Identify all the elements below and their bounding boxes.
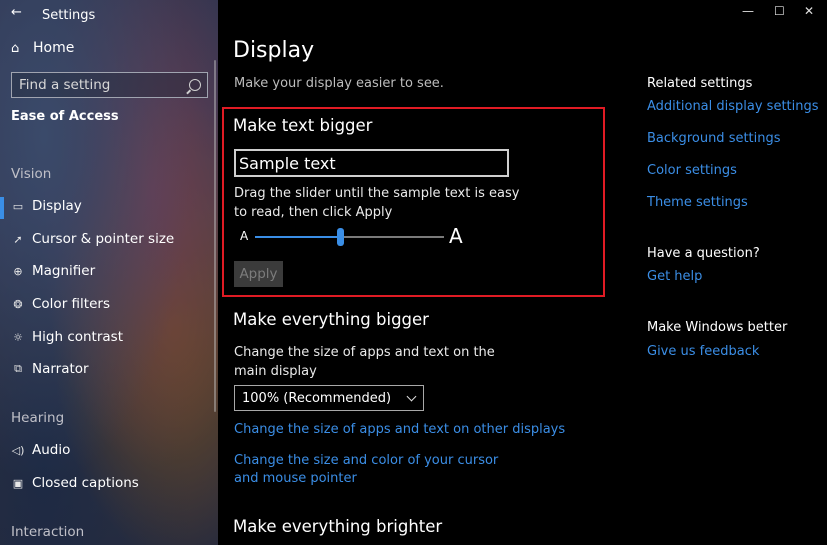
- link-theme-settings[interactable]: Theme settings: [647, 195, 748, 210]
- sidebar-item-cursor[interactable]: ➚ Cursor & pointer size: [11, 231, 174, 247]
- sample-text-box: Sample text: [234, 149, 509, 177]
- back-arrow-icon[interactable]: ←: [11, 5, 22, 20]
- sidebar-item-magnifier[interactable]: ⊕ Magnifier: [11, 263, 95, 279]
- speaker-icon: ◁): [11, 443, 25, 457]
- page-title: Display: [233, 38, 315, 63]
- link-color-settings[interactable]: Color settings: [647, 163, 737, 178]
- sidebar-item-closed-captions[interactable]: ▣ Closed captions: [11, 475, 139, 491]
- sidebar-item-label: High contrast: [32, 329, 123, 345]
- related-settings-heading: Related settings: [647, 76, 753, 91]
- magnifier-icon: ⊕: [13, 264, 23, 278]
- active-indicator: [0, 197, 4, 219]
- sidebar-item-label: Cursor & pointer size: [32, 231, 175, 247]
- sidebar-item-narrator[interactable]: ⧉ Narrator: [11, 361, 89, 377]
- sidebar-item-label: Display: [32, 198, 82, 214]
- link-give-feedback[interactable]: Give us feedback: [647, 344, 759, 359]
- app-title: Settings: [42, 8, 96, 23]
- windows-better-heading: Make Windows better: [647, 320, 788, 335]
- section-header-vision: Vision: [11, 166, 52, 182]
- section-header-interaction: Interaction: [11, 524, 85, 540]
- monitor-icon: ▭: [12, 199, 24, 213]
- sidebar-scrollbar[interactable]: [214, 60, 216, 412]
- sidebar-item-label: Magnifier: [32, 263, 96, 279]
- home-label: Home: [33, 40, 75, 56]
- scale-instruction: Change the size of apps and text on the …: [234, 345, 495, 379]
- apply-button[interactable]: Apply: [234, 261, 283, 287]
- search-placeholder: Find a setting: [19, 77, 111, 93]
- close-button[interactable]: ✕: [804, 4, 814, 18]
- sidebar-item-high-contrast[interactable]: ☼ High contrast: [11, 329, 123, 345]
- heading-make-everything-brighter: Make everything brighter: [233, 517, 443, 536]
- sidebar-item-label: Audio: [32, 442, 71, 458]
- high-contrast-icon: ☼: [13, 330, 23, 344]
- section-header-hearing: Hearing: [11, 410, 65, 426]
- maximize-button[interactable]: ☐: [774, 4, 785, 18]
- home-icon: ⌂: [11, 40, 20, 56]
- search-input[interactable]: Find a setting: [11, 72, 208, 98]
- sidebar-item-label: Narrator: [32, 361, 89, 377]
- link-get-help[interactable]: Get help: [647, 269, 702, 284]
- scale-dropdown-value: 100% (Recommended): [242, 390, 392, 406]
- link-background-settings[interactable]: Background settings: [647, 131, 781, 146]
- color-filter-icon: ❂: [13, 297, 23, 311]
- narrator-icon: ⧉: [14, 362, 22, 375]
- sidebar-item-color-filters[interactable]: ❂ Color filters: [11, 296, 110, 312]
- slider-min-label: A: [240, 229, 249, 243]
- heading-make-everything-bigger: Make everything bigger: [233, 310, 429, 329]
- cursor-icon: ➚: [13, 232, 23, 246]
- sidebar-item-home[interactable]: ⌂ Home: [11, 40, 74, 56]
- category-title: Ease of Access: [11, 109, 119, 124]
- sidebar-item-label: Color filters: [32, 296, 110, 312]
- sidebar: ← Settings ⌂ Home Find a setting Ease of…: [0, 0, 218, 545]
- text-size-slider-fill: [255, 236, 340, 238]
- captions-icon: ▣: [12, 476, 24, 490]
- search-icon[interactable]: [189, 79, 201, 91]
- scale-dropdown[interactable]: 100% (Recommended): [234, 385, 424, 411]
- heading-make-text-bigger: Make text bigger: [233, 116, 373, 135]
- link-other-displays[interactable]: Change the size of apps and text on othe…: [234, 421, 565, 439]
- slider-max-label: A: [449, 224, 463, 248]
- link-cursor-size[interactable]: Change the size and color of your cursor…: [234, 452, 524, 488]
- sidebar-item-display[interactable]: ▭ Display: [11, 198, 82, 214]
- question-heading: Have a question?: [647, 246, 760, 261]
- slider-instruction: Drag the slider until the sample text is…: [234, 186, 520, 220]
- text-size-slider-thumb[interactable]: [337, 228, 344, 246]
- link-additional-display-settings[interactable]: Additional display settings: [647, 99, 819, 114]
- sidebar-item-label: Closed captions: [32, 475, 139, 491]
- minimize-button[interactable]: —: [742, 4, 754, 18]
- sidebar-item-audio[interactable]: ◁) Audio: [11, 442, 71, 458]
- page-subtitle: Make your display easier to see.: [234, 76, 444, 91]
- chevron-down-icon: [406, 391, 417, 401]
